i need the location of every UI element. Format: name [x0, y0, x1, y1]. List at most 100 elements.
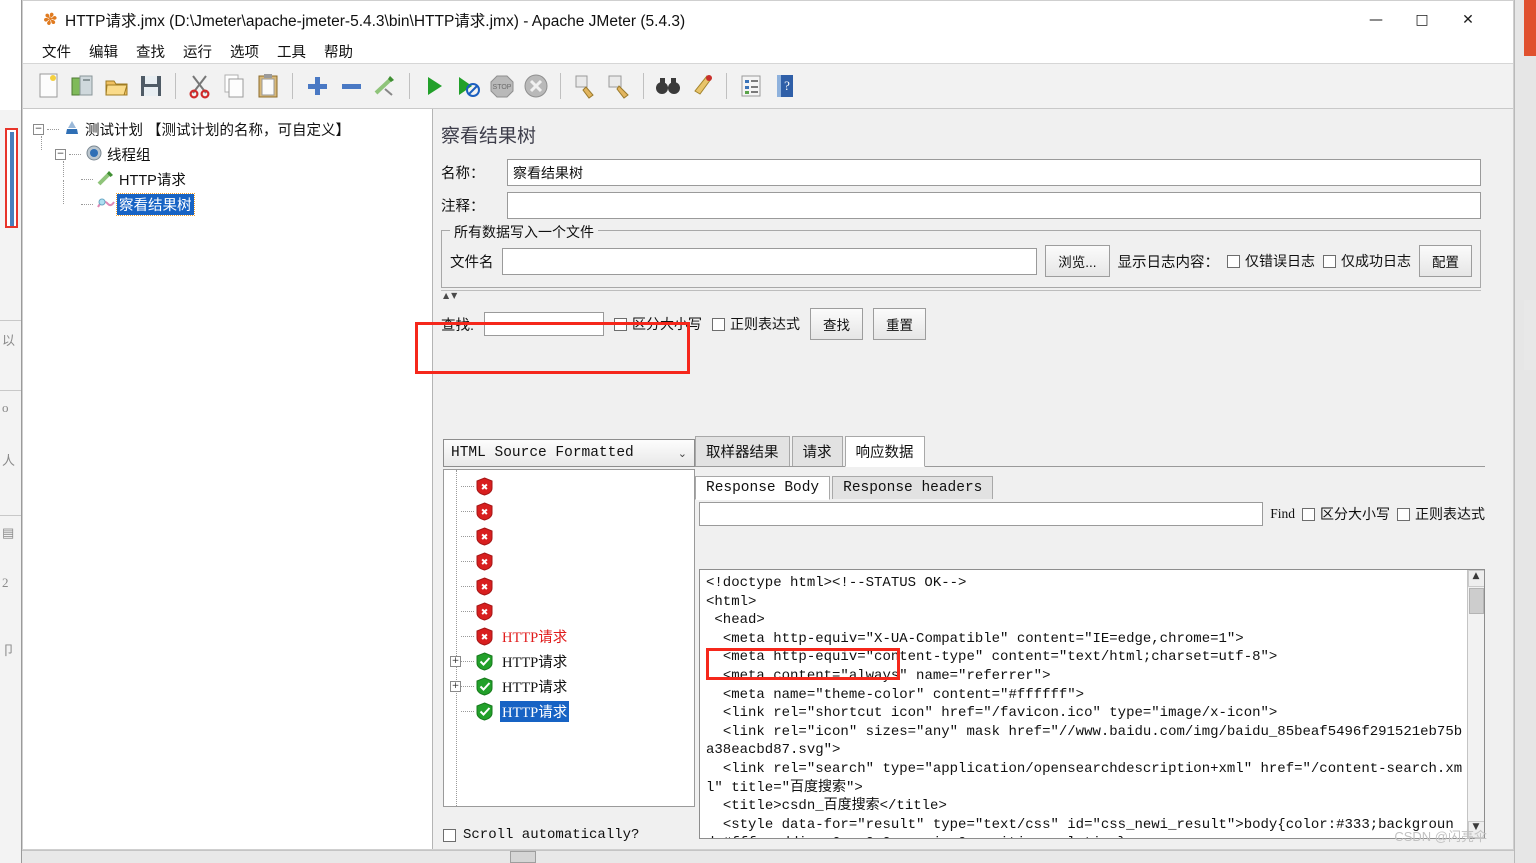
tree-node-test-plan[interactable]: − 测试计划 【测试计划的名称，可自定义】	[33, 117, 432, 142]
list-item[interactable]: ✖	[444, 524, 694, 549]
copy-icon[interactable]	[218, 69, 250, 103]
splitter-up-arrow[interactable]: ▲	[443, 291, 449, 300]
reset-search-broom-icon[interactable]	[686, 69, 718, 103]
open-folder-icon[interactable]	[101, 69, 133, 103]
tab-response-body[interactable]: Response Body	[695, 476, 831, 500]
search-label: 查找:	[441, 317, 475, 334]
list-item[interactable]: ✖ HTTP请求	[444, 624, 694, 649]
find-input[interactable]	[699, 502, 1264, 526]
clear-broom-icon[interactable]	[569, 69, 601, 103]
menu-run[interactable]: 运行	[174, 39, 221, 64]
tab-response-headers[interactable]: Response headers	[832, 476, 994, 499]
function-helper-icon[interactable]	[735, 69, 767, 103]
shutdown-icon[interactable]	[520, 69, 552, 103]
start-no-pauses-icon[interactable]	[452, 69, 484, 103]
name-input[interactable]	[507, 159, 1481, 186]
browse-button[interactable]: 浏览...	[1045, 245, 1110, 277]
clear-all-broom-icon[interactable]	[603, 69, 635, 103]
collapse-minus-icon[interactable]	[335, 69, 367, 103]
find-case-sensitive-checkbox[interactable]: 区分大小写	[1302, 504, 1390, 524]
case-sensitive-label: 区分大小写	[1320, 506, 1390, 522]
renderer-select[interactable]: HTML Source Formatted ⌄	[443, 439, 695, 467]
tree-expander[interactable]	[450, 581, 461, 592]
menu-help[interactable]: 帮助	[315, 39, 362, 64]
checkbox-box[interactable]	[1302, 507, 1315, 521]
checkbox-box[interactable]	[712, 317, 726, 331]
list-item[interactable]: ✖	[444, 474, 694, 499]
tree-node-thread-group[interactable]: − 线程组	[33, 136, 432, 167]
new-file-icon[interactable]	[33, 69, 65, 103]
find-button[interactable]: 查找	[810, 308, 864, 340]
page-title: 察看结果树	[441, 126, 537, 147]
menu-options[interactable]: 选项	[221, 39, 268, 64]
help-question-icon[interactable]: ?	[769, 69, 801, 103]
configure-button[interactable]: 配置	[1419, 245, 1472, 277]
list-item[interactable]: ✖	[444, 549, 694, 574]
filename-input[interactable]	[501, 247, 1038, 275]
scroll-up-arrow[interactable]: ▲	[1467, 570, 1484, 587]
maximize-button[interactable]: □	[1399, 1, 1445, 39]
splitter-handle[interactable]: ▲ ▼	[441, 290, 1481, 300]
checkbox-box[interactable]	[1227, 254, 1240, 268]
tree-expander[interactable]	[450, 556, 461, 567]
close-button[interactable]: ✕	[1445, 1, 1491, 39]
menu-file[interactable]: 文件	[33, 39, 80, 64]
reset-button[interactable]: 重置	[873, 308, 927, 340]
tree-node-view-results-tree[interactable]: 察看结果树	[33, 180, 432, 217]
response-body-code[interactable]: <!doctype html><!--STATUS OK--> <html> <…	[700, 570, 1467, 838]
search-binoculars-icon[interactable]	[652, 69, 684, 103]
tree-expander[interactable]: +	[450, 656, 461, 667]
search-regex-checkbox[interactable]: 正则表达式	[712, 314, 800, 334]
tree-expander[interactable]: −	[33, 124, 44, 135]
search-case-sensitive-checkbox[interactable]: 区分大小写	[614, 314, 702, 334]
tree-node-http-request[interactable]: HTTP请求	[33, 161, 432, 192]
splitter-down-arrow[interactable]: ▼	[451, 291, 457, 300]
new-templates-icon[interactable]	[67, 69, 99, 103]
tree-expander[interactable]	[450, 706, 461, 717]
list-item[interactable]: + HTTP请求	[444, 674, 694, 699]
menu-search[interactable]: 查找	[127, 39, 174, 64]
checkbox-box[interactable]	[614, 317, 628, 331]
list-item-selected[interactable]: HTTP请求	[444, 699, 694, 724]
list-item[interactable]: ✖	[444, 599, 694, 624]
tree-expander[interactable]	[450, 631, 461, 642]
toggle-pencil-icon[interactable]	[369, 69, 401, 103]
paste-clipboard-icon[interactable]	[252, 69, 284, 103]
tree-expander[interactable]	[450, 481, 461, 492]
start-play-icon[interactable]	[418, 69, 450, 103]
find-regex-checkbox[interactable]: 正则表达式	[1397, 504, 1485, 524]
tab-request[interactable]: 请求	[791, 436, 843, 466]
cut-scissors-icon[interactable]	[184, 69, 216, 103]
checkbox-box[interactable]	[1323, 254, 1336, 268]
tree-expander[interactable]: +	[450, 681, 461, 692]
tree-expander[interactable]: −	[55, 149, 66, 160]
comment-input[interactable]	[507, 192, 1481, 219]
toolbar-separator	[409, 73, 410, 99]
tab-sampler-result[interactable]: 取样器结果	[695, 436, 790, 466]
tab-response-data[interactable]: 响应数据	[844, 436, 925, 467]
tree-expander[interactable]	[450, 606, 461, 617]
list-item[interactable]: + HTTP请求	[444, 649, 694, 674]
results-tree[interactable]: ✖ ✖ ✖ ✖ ✖ ✖ ✖ HTTP请求 + HTTP请求 + HTTP请求 H…	[443, 469, 695, 807]
stop-icon[interactable]: STOP	[486, 69, 518, 103]
list-item[interactable]: ✖	[444, 574, 694, 599]
save-icon[interactable]	[135, 69, 167, 103]
response-body-viewer[interactable]: <!doctype html><!--STATUS OK--> <html> <…	[699, 569, 1485, 839]
scroll-automatically-checkbox[interactable]: Scroll automatically?	[443, 827, 639, 843]
search-input[interactable]	[484, 312, 605, 336]
response-scrollbar[interactable]: ▲ ▼	[1467, 570, 1484, 838]
errors-only-checkbox[interactable]: 仅错误日志	[1227, 251, 1315, 271]
checkbox-box[interactable]	[443, 828, 456, 842]
list-item[interactable]: ✖	[444, 499, 694, 524]
tree-expander[interactable]	[450, 531, 461, 542]
success-only-checkbox[interactable]: 仅成功日志	[1323, 251, 1411, 271]
checkbox-box[interactable]	[1397, 507, 1410, 521]
menu-edit[interactable]: 编辑	[80, 39, 127, 64]
tree-expander[interactable]	[450, 506, 461, 517]
test-plan-tree: − 测试计划 【测试计划的名称，可自定义】 − 线程组 HTTP请求 察看结果树	[23, 109, 432, 217]
expand-plus-icon[interactable]	[301, 69, 333, 103]
scrollbar-thumb[interactable]	[1468, 588, 1484, 614]
menu-tools[interactable]: 工具	[268, 39, 315, 64]
chevron-down-icon[interactable]: ⌄	[678, 447, 687, 460]
minimize-button[interactable]: —	[1353, 1, 1399, 39]
